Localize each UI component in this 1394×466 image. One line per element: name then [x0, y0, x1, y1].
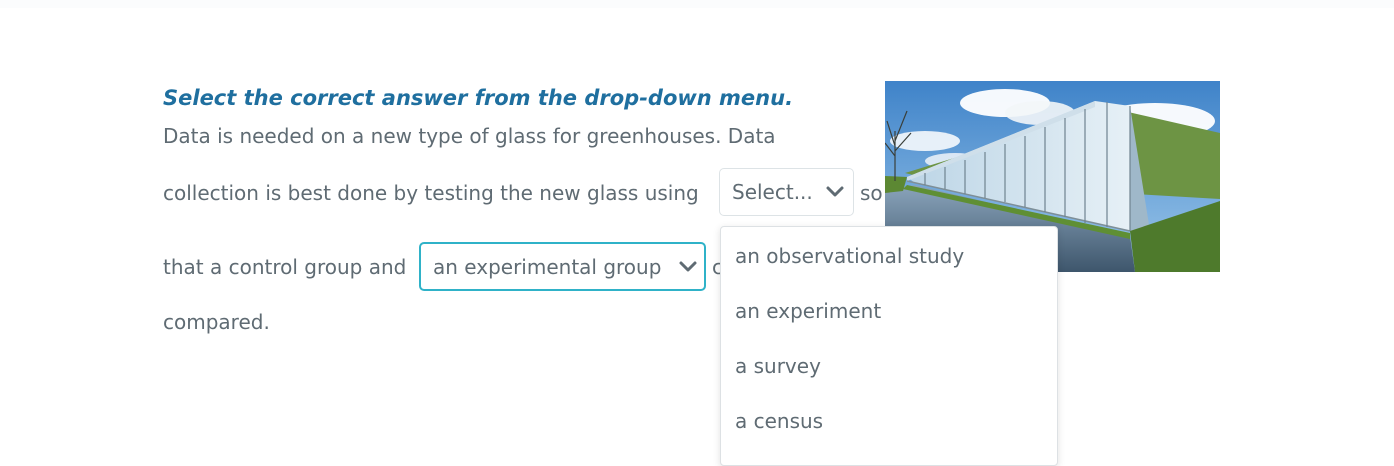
dropdown-option[interactable]: a survey — [735, 354, 821, 378]
dropdown-option[interactable]: an experiment — [735, 299, 881, 323]
method-dropdown-menu: an observational study an experiment a s… — [720, 226, 1058, 466]
dropdown-option[interactable]: an observational study — [735, 244, 964, 268]
question-line-2: collection is best done by testing the n… — [163, 181, 699, 205]
chevron-down-icon — [679, 261, 697, 271]
instruction-text: Select the correct answer from the drop-… — [163, 86, 794, 110]
chevron-down-icon — [826, 186, 844, 197]
dropdown-option[interactable]: a census — [735, 409, 823, 433]
question-line-4: compared. — [163, 310, 270, 334]
question-line-3: that a control group and — [163, 255, 407, 279]
question-line-2-after: so — [860, 181, 883, 205]
group-dropdown-value: an experimental group — [433, 254, 662, 279]
group-dropdown[interactable]: an experimental group — [419, 242, 706, 291]
top-border — [0, 0, 1394, 8]
method-dropdown-value: Select... — [732, 180, 813, 204]
question-line-1: Data is needed on a new type of glass fo… — [163, 124, 776, 148]
method-dropdown[interactable]: Select... — [719, 168, 854, 216]
